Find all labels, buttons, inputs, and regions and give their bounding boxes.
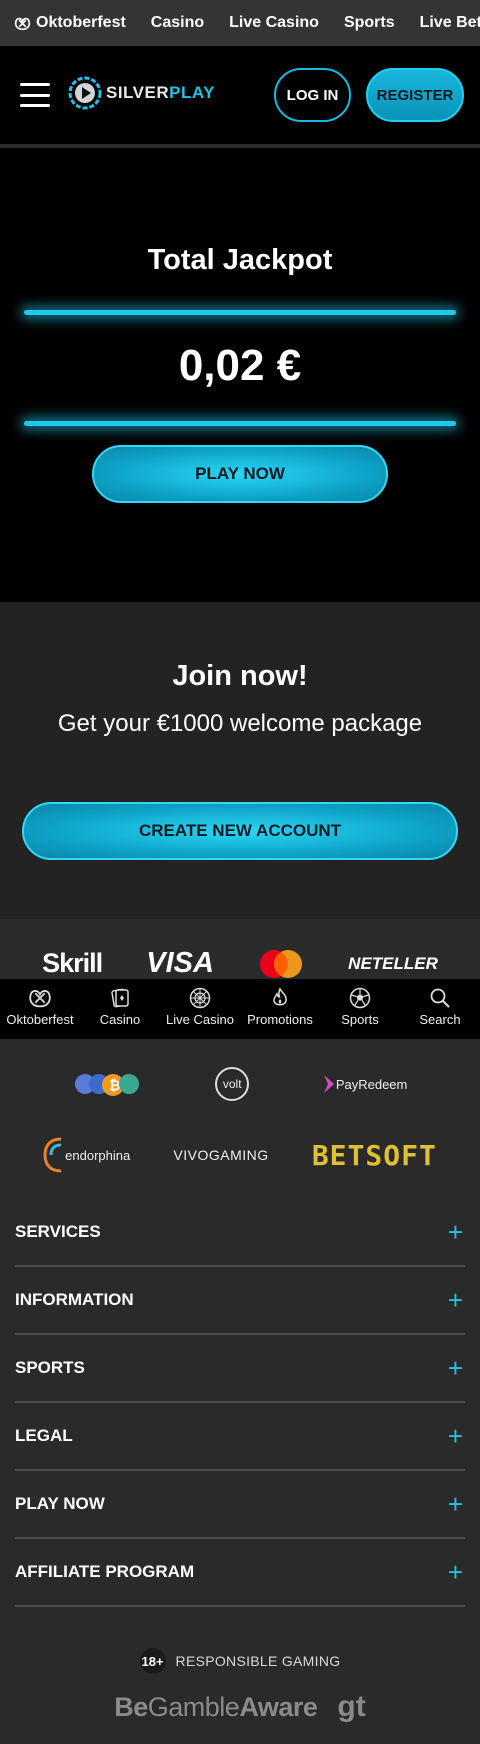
hamburger-menu-icon[interactable] (20, 83, 50, 107)
mastercard-logo (260, 949, 303, 978)
silverplay-logo[interactable]: SILVER PLAY (68, 76, 215, 110)
topnav-item-casino[interactable]: Casino (151, 14, 204, 32)
regulator-logos: BeGambleAware gt (0, 1690, 480, 1724)
accordion-information[interactable]: INFORMATION + (15, 1267, 465, 1335)
accordion-label: INFORMATION (15, 1290, 134, 1309)
search-icon (430, 988, 450, 1008)
topnav-item-live-betting[interactable]: Live Betting (420, 14, 480, 32)
svg-text:₿: ₿ (109, 1077, 120, 1093)
site-header: SILVER PLAY LOG IN REGISTER (0, 46, 480, 146)
plus-icon[interactable]: + (448, 1421, 463, 1452)
flame-icon (273, 987, 287, 1006)
accordion-label: AFFILIATE PROGRAM (15, 1562, 195, 1581)
plus-icon[interactable]: + (448, 1353, 463, 1384)
bottomnav-item-live-casino[interactable]: Live Casino (160, 979, 240, 1039)
plus-icon[interactable]: + (448, 1557, 463, 1588)
plus-icon[interactable]: + (448, 1217, 463, 1248)
logo-text-play: PLAY (169, 83, 215, 102)
accordion-label: SERVICES (15, 1222, 101, 1241)
neteller-logo: NETELLER (348, 953, 438, 973)
topnav-label: Sports (343, 14, 395, 31)
bottomnav-label: Search (419, 1012, 461, 1027)
topnav-label: Oktoberfest (36, 14, 126, 31)
accordion-label: LEGAL (15, 1426, 73, 1445)
bga-aware: Aware (239, 1691, 318, 1722)
jackpot-title: Total Jackpot (147, 244, 333, 276)
roulette-icon (189, 987, 211, 1009)
payredeem-mark-icon (323, 1075, 334, 1093)
pretzel-icon (29, 990, 51, 1008)
bottomnav-label: Promotions (247, 1012, 313, 1027)
responsible-gaming[interactable]: 18+ RESPONSIBLE GAMING (0, 1648, 480, 1674)
bottomnav-item-promotions[interactable]: Promotions (240, 979, 320, 1039)
jackpot-divider-top (24, 310, 456, 315)
bottomnav-item-sports[interactable]: Sports (320, 979, 400, 1039)
accordion-label: SPORTS (15, 1358, 85, 1377)
pretzel-icon (14, 17, 31, 30)
join-subtitle: Get your €1000 welcome package (57, 710, 423, 737)
vivogaming-logo: VIVOGAMING (173, 1147, 269, 1163)
top-category-nav: Oktoberfest Casino Live Casino Sports Li… (0, 0, 480, 46)
endorphina-logo: endorphina (43, 1135, 130, 1175)
topnav-item-live-casino[interactable]: Live Casino (229, 14, 319, 32)
bottomnav-label: Sports (341, 1012, 379, 1027)
bottomnav-item-oktoberfest[interactable]: Oktoberfest (0, 979, 80, 1039)
join-title: Join now! (172, 660, 308, 692)
plus-icon[interactable]: + (448, 1489, 463, 1520)
provider-logos: ₿ volt PayRedeem endorphina VIVOGAMING B… (0, 1039, 480, 1219)
crypto-coins-logo: ₿ (74, 1074, 139, 1096)
soccer-ball-icon (349, 987, 371, 1009)
betsoft-logo: BETSOFT (311, 1138, 437, 1172)
payredeem-logo: PayRedeem (322, 1073, 408, 1095)
bottomnav-label: Oktoberfest (6, 1012, 74, 1027)
bottomnav-label: Casino (99, 1012, 141, 1027)
volt-logo: volt (215, 1067, 250, 1101)
accordion-services[interactable]: SERVICES + (15, 1199, 465, 1267)
gamcare-gt-logo[interactable]: gt (337, 1690, 365, 1724)
topnav-label: Casino (150, 14, 205, 31)
bottomnav-label: Live Casino (166, 1012, 234, 1027)
skrill-logo: Skrill (42, 948, 103, 978)
footer-accordion: SERVICES + INFORMATION + SPORTS + LEGAL … (15, 1199, 465, 1607)
topnav-label: Live Betting (419, 14, 480, 31)
begambleaware-logo[interactable]: BeGambleAware (114, 1691, 318, 1723)
accordion-label: PLAY NOW (15, 1494, 105, 1513)
accordion-legal[interactable]: LEGAL + (15, 1403, 465, 1471)
accordion-play-now[interactable]: PLAY NOW + (15, 1471, 465, 1539)
jackpot-section: Total Jackpot 0,02 € PLAY NOW (0, 148, 480, 602)
payredeem-label: PayRedeem (335, 1076, 408, 1092)
bga-gamble: Gamble (147, 1691, 240, 1722)
topnav-item-oktoberfest[interactable]: Oktoberfest (14, 14, 126, 32)
login-button[interactable]: LOG IN (274, 68, 351, 122)
jackpot-amount: 0,02 € (178, 341, 302, 390)
accordion-affiliate-program[interactable]: AFFILIATE PROGRAM + (15, 1539, 465, 1607)
age-18-badge: 18+ (139, 1648, 166, 1674)
bottom-nav-bar: Oktoberfest Casino Live Casino Promotion… (0, 979, 480, 1039)
bottomnav-item-search[interactable]: Search (400, 979, 480, 1039)
visa-logo: VISA (146, 947, 214, 979)
volt-label: volt (222, 1077, 242, 1091)
plus-icon[interactable]: + (448, 1285, 463, 1316)
play-now-button[interactable]: PLAY NOW (92, 445, 388, 503)
bga-be: Be (114, 1691, 148, 1722)
play-logo-icon (68, 76, 102, 110)
join-section: Join now! Get your €1000 welcome package… (0, 602, 480, 919)
accordion-sports[interactable]: SPORTS + (15, 1335, 465, 1403)
endorphina-mark-icon (43, 1137, 62, 1173)
cards-icon (111, 988, 129, 1008)
endorphina-label: endorphina (65, 1147, 131, 1163)
bottomnav-item-casino[interactable]: Casino (80, 979, 160, 1039)
responsible-gaming-text: RESPONSIBLE GAMING (175, 1653, 341, 1669)
create-account-button[interactable]: CREATE NEW ACCOUNT (22, 802, 458, 860)
jackpot-divider-bottom (24, 421, 456, 426)
logo-text-silver: SILVER (106, 83, 170, 102)
topnav-item-sports[interactable]: Sports (344, 14, 395, 32)
topnav-label: Live Casino (229, 14, 319, 31)
register-button[interactable]: REGISTER (366, 68, 464, 122)
